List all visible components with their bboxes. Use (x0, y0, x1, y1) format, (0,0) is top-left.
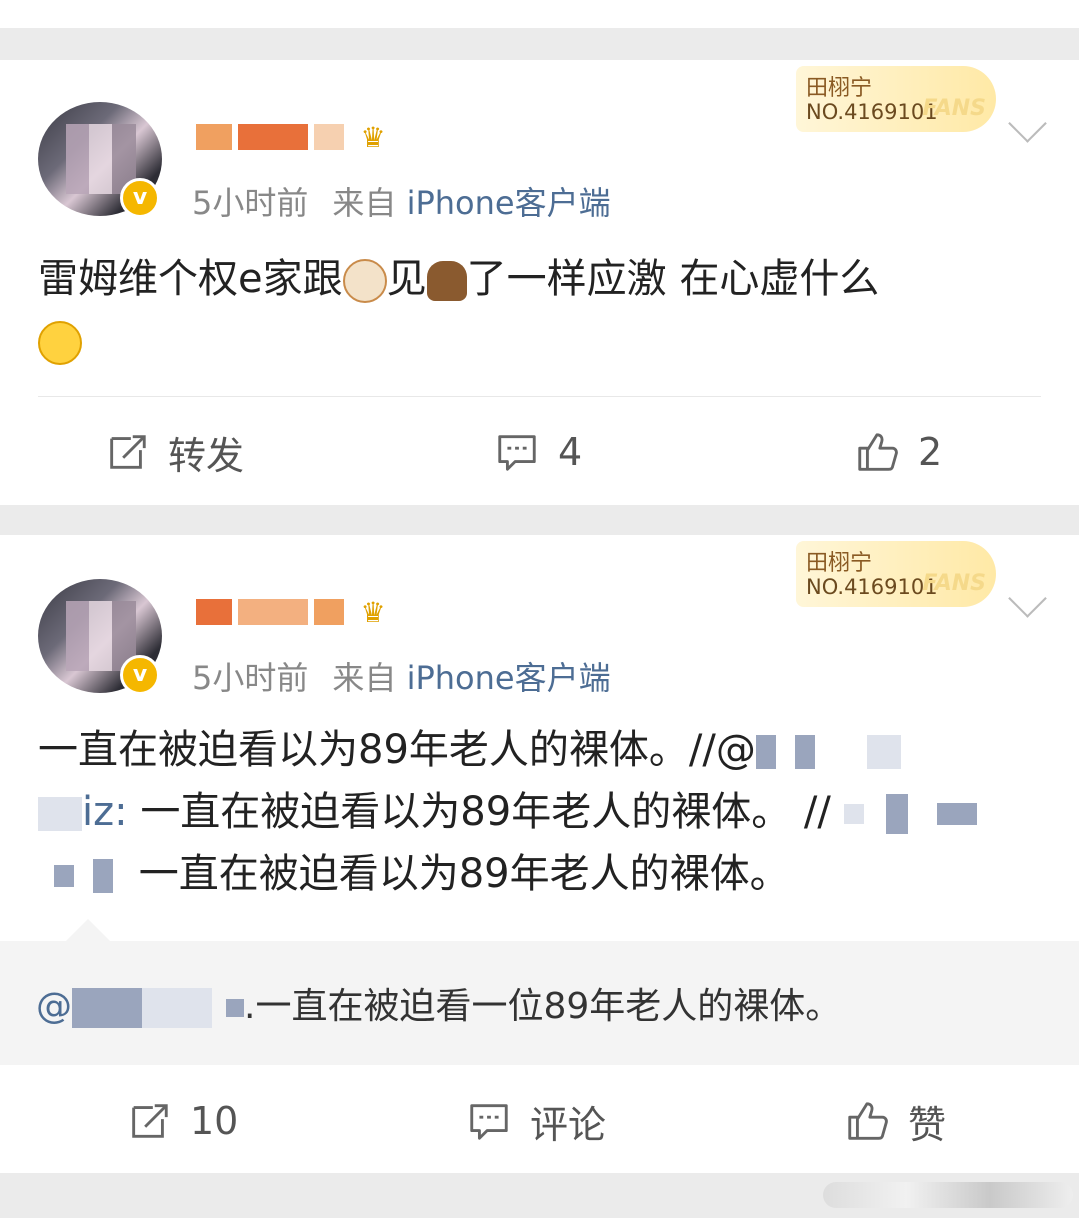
comment-icon (498, 435, 536, 471)
username-pixel (238, 599, 308, 625)
repost-icon (132, 1104, 168, 1138)
post-source-prefix: 来自 (332, 184, 397, 222)
repost-button[interactable]: 10 (126, 1081, 238, 1161)
redaction-block (226, 999, 244, 1017)
fans-badge[interactable]: 田栩宁 NO.4169101 FANS (796, 541, 996, 607)
weibo-post-2[interactable]: v ♛ 5小时前 来自 iPhone客户端 田栩宁 NO.4169101 FANS… (0, 535, 1079, 1173)
post-text: 一直在被迫看以为89年老人的裸体。 (138, 851, 790, 897)
username-pixel (196, 124, 232, 150)
post-content: 雷姆维个权e家跟见了一样应激 在心虚什么 (38, 248, 1049, 372)
post-time: 5小时前 (192, 659, 309, 697)
quote-text: @ .一直在被迫看一位89年老人的裸体。 (36, 977, 841, 1029)
comment-count: 4 (558, 430, 583, 474)
post-time: 5小时前 (192, 184, 309, 222)
redaction-block (755, 735, 776, 769)
repost-chain-line-1: 一直在被迫看以为89年老人的裸体。//@ (38, 719, 1049, 781)
repost-label: 转发 (168, 433, 245, 478)
quoted-original-post[interactable]: @ .一直在被迫看一位89年老人的裸体。 (0, 919, 1079, 1065)
redaction-block (72, 988, 142, 1028)
post-client[interactable]: iPhone客户端 (407, 184, 611, 222)
redaction-block (886, 794, 909, 834)
quote-pointer (66, 919, 110, 941)
top-separator (0, 0, 1079, 60)
fans-badge[interactable]: 田栩宁 NO.4169101 FANS (796, 66, 996, 132)
post-meta: 5小时前 来自 iPhone客户端 (192, 178, 611, 224)
mention-fragment: iz: (82, 789, 128, 835)
thinking-emoji-icon (38, 321, 82, 365)
comment-icon (470, 1104, 508, 1140)
fans-badge-number: NO.4169101 (806, 100, 938, 124)
username-redacted[interactable]: ♛ (196, 120, 396, 154)
post-separator (0, 505, 1079, 535)
poop-emoji-icon (426, 261, 467, 301)
redaction-block (794, 735, 815, 769)
watermark-redaction (823, 1182, 1073, 1208)
quote-body: .一直在被迫看一位89年老人的裸体。 (244, 986, 842, 1027)
crown-icon: ♛ (360, 120, 386, 154)
post-source-prefix: 来自 (332, 659, 397, 697)
chevron-down-icon[interactable] (1008, 104, 1047, 143)
verified-badge-icon: v (120, 178, 160, 218)
crown-icon: ♛ (360, 595, 386, 629)
weibo-post-1[interactable]: v ♛ 5小时前 来自 iPhone客户端 田栩宁 NO.4169101 FANS… (0, 60, 1079, 505)
fans-badge-number: NO.4169101 (806, 575, 938, 599)
post-text: 一直在被迫看以为89年老人的裸体。 // (140, 789, 831, 835)
post-text: 雷姆维个权e家跟 (38, 256, 343, 302)
username-pixel (238, 124, 308, 150)
like-label: 赞 (908, 1102, 947, 1147)
thumbs-up-icon (858, 433, 898, 471)
verified-badge-icon: v (120, 655, 160, 695)
action-bar: 10 评论 赞 (0, 1081, 1079, 1161)
post-content: 一直在被迫看以为89年老人的裸体。//@ iz: 一直在被迫看以为89年老人的裸… (38, 719, 1049, 905)
repost-chain-line-3: 一直在被迫看以为89年老人的裸体。 (38, 843, 1049, 905)
repost-icon (110, 435, 146, 469)
redaction-block (867, 735, 902, 769)
post-text: 了一样应激 在心虚什么 (466, 256, 880, 302)
avatar[interactable]: v (38, 579, 162, 695)
post-meta: 5小时前 来自 iPhone客户端 (192, 653, 611, 699)
like-button[interactable]: 2 (854, 412, 942, 492)
thumbs-up-icon (848, 1102, 888, 1140)
fans-badge-name: 田栩宁 (806, 76, 873, 101)
dog-emoji-icon (342, 259, 387, 303)
redaction-block (843, 804, 864, 824)
avatar[interactable]: v (38, 102, 162, 218)
fans-badge-tag: FANS (922, 96, 986, 121)
redaction-block (142, 988, 212, 1028)
redaction-block (937, 803, 978, 825)
repost-button[interactable]: 转发 (104, 412, 244, 492)
comment-label: 评论 (530, 1102, 607, 1147)
username-redacted[interactable]: ♛ (196, 595, 396, 629)
divider (38, 396, 1041, 397)
redaction-block (38, 797, 82, 831)
fans-badge-tag: FANS (922, 571, 986, 596)
action-bar: 转发 4 2 (0, 412, 1079, 492)
chevron-down-icon[interactable] (1008, 579, 1047, 618)
comment-button[interactable]: 评论 (466, 1081, 606, 1161)
username-pixel (314, 124, 344, 150)
mention-at[interactable]: @ (36, 986, 72, 1027)
bottom-separator (0, 1173, 1079, 1218)
repost-count: 10 (190, 1099, 239, 1143)
post-client[interactable]: iPhone客户端 (407, 659, 611, 697)
redaction-block (54, 865, 74, 887)
like-count: 2 (918, 430, 943, 474)
username-pixel (314, 599, 344, 625)
post-text: 见 (386, 256, 427, 302)
like-button[interactable]: 赞 (844, 1081, 946, 1161)
username-pixel (196, 599, 232, 625)
comment-button[interactable]: 4 (494, 412, 582, 492)
redaction-block (92, 859, 113, 893)
repost-chain-line-2: iz: 一直在被迫看以为89年老人的裸体。 // (38, 781, 1049, 843)
post-text: 一直在被迫看以为89年老人的裸体。//@ (38, 727, 756, 773)
fans-badge-name: 田栩宁 (806, 551, 873, 576)
